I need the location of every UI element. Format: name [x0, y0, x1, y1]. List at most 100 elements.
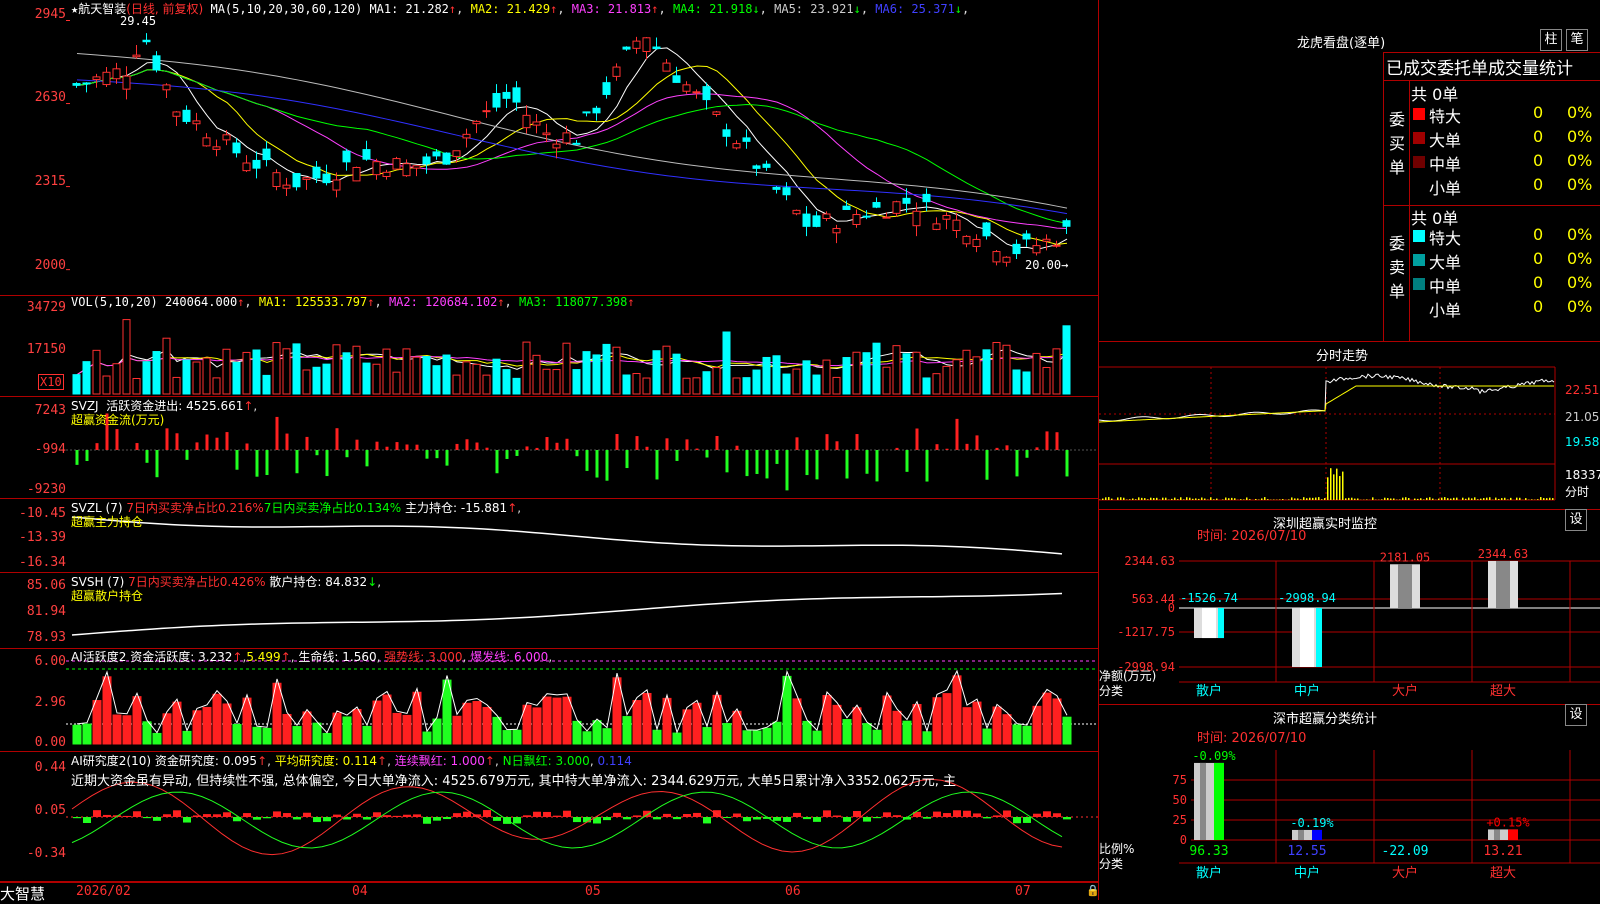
price-axis-label: 2315: [0, 174, 66, 189]
ma-line: [77, 80, 1067, 214]
volume-bar: [893, 346, 900, 394]
intraday-vol-bar: [1432, 499, 1434, 500]
intraday-vol-bar: [1123, 498, 1125, 500]
volume-bar: [103, 376, 110, 394]
flow-bar: [1046, 431, 1049, 450]
flow-bar: [686, 439, 689, 450]
monitor-bar-chart[interactable]: 2344.63563.440-1217.75-2998.94-1526.74散户…: [1099, 510, 1600, 705]
activity-bar: [863, 724, 871, 744]
volume-chart[interactable]: [0, 296, 1098, 397]
ai-research-panel[interactable]: 0.44 0.05 -0.34 AI研究度2(10) 资金研究度: 0.095↑…: [0, 752, 1098, 882]
svsh-panel[interactable]: 85.06 81.94 78.93 SVSH (7) 7日内买卖净占比0.426…: [0, 573, 1098, 649]
price-panel[interactable]: 2945 2630 2315 2000 ★航天智装(日线, 前复权) MA(5,…: [0, 0, 1098, 296]
candle: [743, 138, 750, 141]
tick-view-button[interactable]: 笔: [1566, 29, 1588, 51]
flow-bar: [116, 429, 119, 450]
research-bar: [733, 813, 741, 817]
date-label: 06: [785, 884, 801, 899]
intraday-vol-bar: [1249, 499, 1251, 500]
candle: [613, 67, 620, 76]
activity-bar: [943, 694, 951, 744]
research-bar: [673, 817, 681, 819]
intraday-vol-bar: [1405, 497, 1407, 500]
research-bar: [543, 812, 551, 817]
flow-bar: [916, 429, 919, 450]
classify-bar-chart[interactable]: 7550250-0.09%96.33散户-0.19%12.55中户-22.09大…: [1099, 705, 1600, 900]
svzj-axis-label: -994: [0, 442, 66, 457]
intraday-vol-bar: [1552, 498, 1554, 500]
candle: [813, 216, 820, 227]
research-bar: [303, 813, 311, 817]
volume-bar: [1033, 353, 1040, 394]
flow-bar: [786, 450, 789, 490]
volume-bar: [933, 374, 940, 394]
flow-bar: [416, 445, 419, 450]
activity-bar: [143, 722, 151, 744]
volume-bar: [243, 352, 250, 394]
monitor-panel[interactable]: 深圳超赢实时监控 设 时间: 2026/07/10 2344.63563.440…: [1099, 510, 1600, 705]
research-bar: [863, 817, 871, 822]
activity-bar: [623, 717, 631, 744]
candle: [103, 72, 110, 84]
flow-bar: [736, 446, 739, 450]
intraday-vol-bar: [1462, 498, 1464, 500]
intraday-vol-bar: [1225, 498, 1227, 500]
intraday-chart[interactable]: [1099, 342, 1600, 510]
candlestick-chart[interactable]: [0, 0, 1098, 296]
research-bar: [693, 813, 701, 817]
volume-bar: [613, 347, 620, 394]
flow-bar: [86, 450, 89, 461]
monitor-category: 中户: [1294, 683, 1320, 699]
classify-panel[interactable]: 深市超赢分类统计 设 时间: 2026/07/10 7550250-0.09%9…: [1099, 705, 1600, 900]
research-bar: [823, 810, 831, 817]
candle: [583, 112, 590, 113]
volume-bar: [383, 349, 390, 394]
volume-bar: [953, 360, 960, 394]
volume-bar: [453, 375, 460, 394]
order-row: 小单00%: [1099, 175, 1600, 197]
intraday-vol-bar: [1420, 498, 1422, 500]
flow-bar: [796, 437, 799, 450]
candle: [273, 173, 280, 187]
volume-bar: [513, 378, 520, 394]
candle: [803, 214, 810, 226]
intraday-panel[interactable]: 分时走势 22.51 21.05 19.58 18337 分时: [1099, 342, 1600, 510]
activity-bar: [653, 730, 661, 744]
volume-bar: [113, 364, 120, 394]
ma-params: MA(5,10,20,30,60,120): [210, 2, 362, 16]
flow-bar: [866, 450, 869, 474]
activity-bar: [603, 729, 611, 744]
flow-bar: [1016, 450, 1019, 476]
candle: [873, 203, 880, 208]
svzl-panel[interactable]: -10.45 -13.39 -16.34 SVZL (7) 7日内买卖净占比0.…: [0, 499, 1098, 573]
activity-bar: [573, 721, 581, 744]
candle: [483, 111, 490, 112]
classify-value-label: -22.09: [1382, 844, 1429, 859]
monitor-bar-core: [1202, 608, 1216, 638]
intraday-vol-bar: [1300, 499, 1302, 500]
intraday-vol-bar: [1336, 469, 1338, 500]
ai-activity-panel[interactable]: 6.00 2.96 0.00 AI活跃度2 资金活跃度: 3.232↑,5.49…: [0, 649, 1098, 752]
monitor-axis-label: 0: [1168, 601, 1175, 615]
research-bar: [873, 817, 881, 818]
activity-bar: [93, 701, 101, 744]
activity-bar: [223, 704, 231, 744]
svzj-panel[interactable]: 7243 -994 -9230 SVZJ 活跃资金进出: 4525.661↑, …: [0, 397, 1098, 499]
activity-bar: [183, 731, 191, 744]
volume-bar: [843, 358, 850, 394]
volume-panel[interactable]: 34729 17150 X10 VOL(5,10,20) 240064.000↑…: [0, 296, 1098, 397]
intraday-vol-bar: [1165, 498, 1167, 500]
flow-bar: [246, 444, 249, 450]
research-bar: [103, 815, 111, 817]
intraday-vol-bar: [1147, 499, 1149, 500]
activity-bar: [153, 733, 161, 744]
candle: [883, 217, 890, 218]
research-bar: [953, 810, 961, 817]
candle: [113, 69, 120, 79]
bar-view-button[interactable]: 柱: [1540, 29, 1562, 51]
research-bar: [313, 817, 321, 822]
activity-bar: [583, 732, 591, 744]
volume-bar: [463, 362, 470, 394]
flow-bar: [1066, 450, 1069, 476]
research-bar: [743, 817, 751, 821]
